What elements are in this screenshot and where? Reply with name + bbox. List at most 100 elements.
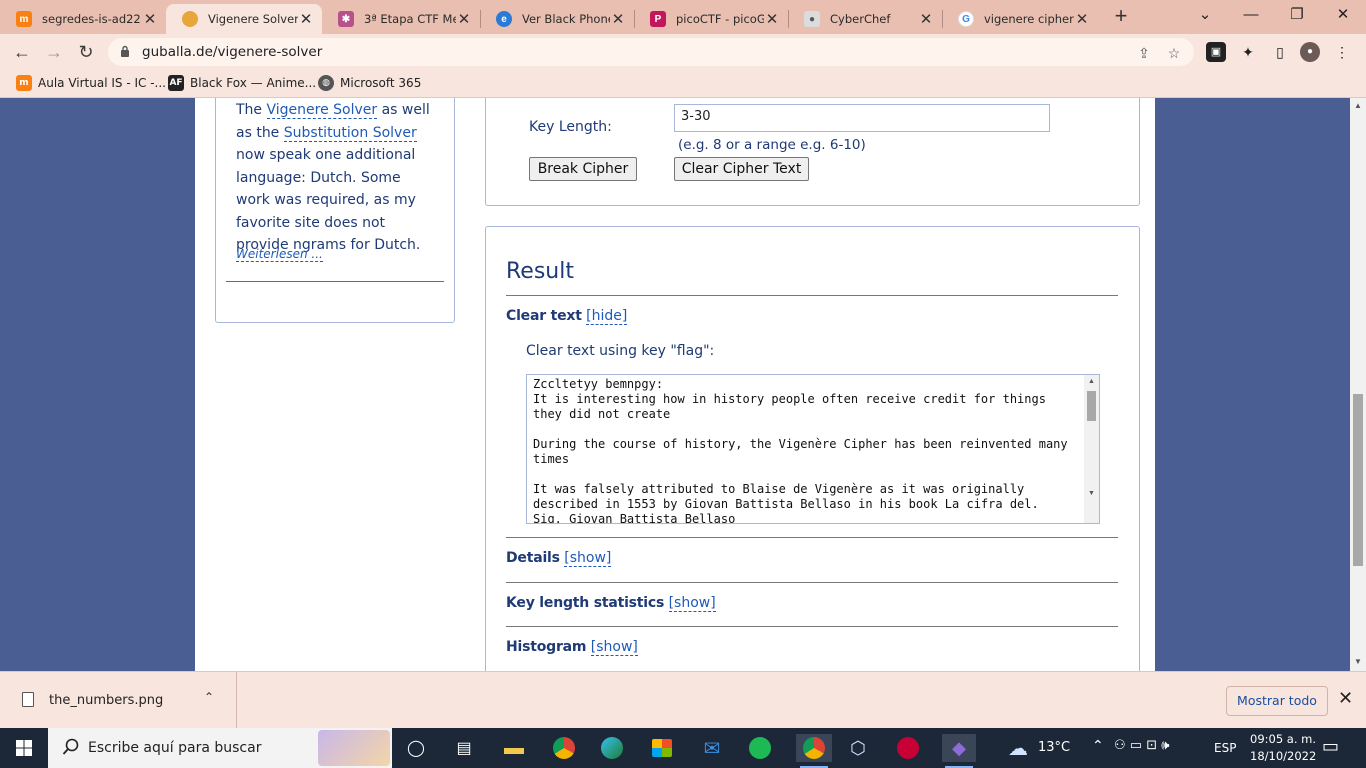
bookmark-label: Aula Virtual IS - IC -... [38, 76, 166, 90]
edge-icon[interactable] [598, 734, 626, 762]
vigenere-solver-link[interactable]: Vigenere Solver [266, 102, 378, 119]
bookmark-microsoft-365[interactable]: ◍ Microsoft 365 [318, 75, 421, 91]
search-highlight-illustration [318, 730, 390, 766]
show-all-downloads-button[interactable]: Mostrar todo [1226, 686, 1328, 716]
page-scrollbar[interactable]: ▲ ▼ [1350, 98, 1366, 671]
spotify-icon[interactable] [746, 734, 774, 762]
show-details-link[interactable]: [show] [564, 550, 612, 567]
chrome-logo [553, 737, 575, 759]
bookmark-black-fox[interactable]: AF Black Fox — Anime... [168, 75, 316, 91]
clear-text-output[interactable]: Zccltetyy bemnpgy: It is interesting how… [526, 374, 1100, 524]
clear-text-content: Zccltetyy bemnpgy: It is interesting how… [533, 377, 1068, 524]
extension-app-icon[interactable]: ▣ [1206, 42, 1226, 62]
minimize-icon[interactable]: — [1228, 0, 1274, 32]
address-bar[interactable]: guballa.de/vigenere-solver ⇪ ☆ [108, 38, 1194, 66]
close-tab-icon[interactable]: ✕ [456, 10, 472, 28]
tab-6[interactable]: ● CyberChef ✕ [788, 4, 942, 34]
scroll-up-arrow-icon[interactable]: ▲ [1353, 101, 1363, 111]
cyberchef-favicon-icon: ● [804, 11, 820, 27]
scroll-up-arrow-icon[interactable]: ▲ [1087, 378, 1096, 385]
widgets-icon[interactable]: ▤ [450, 734, 478, 762]
cloudy-weather-icon: ☁ [1008, 737, 1028, 760]
bookmark-star-icon[interactable]: ☆ [1164, 43, 1184, 63]
read-more-link[interactable]: Weiterlesen ... [236, 247, 323, 262]
task-view-icon[interactable]: ◯ [402, 734, 430, 762]
back-arrow-icon[interactable]: ← [8, 38, 36, 66]
chrome-active-icon[interactable] [796, 734, 832, 762]
close-tab-icon[interactable]: ✕ [918, 10, 934, 28]
tab-4[interactable]: e Ver Black Phone ✕ [480, 4, 634, 34]
forward-arrow-icon[interactable]: → [40, 38, 68, 66]
close-tab-icon[interactable]: ✕ [610, 10, 626, 28]
close-tab-icon[interactable]: ✕ [1074, 10, 1090, 28]
tab-3[interactable]: ✱ 3ª Etapa CTF Met ✕ [322, 4, 480, 34]
windows-start-icon[interactable] [10, 734, 38, 762]
weather-temperature[interactable]: 13°C [1038, 740, 1070, 755]
obsidian-icon[interactable]: ◆ [942, 734, 976, 762]
extensions-puzzle-icon[interactable]: ✦ [1238, 42, 1258, 62]
tab-5[interactable]: P picoCTF - picoGy ✕ [634, 4, 788, 34]
key-length-input[interactable]: 3-30 [674, 104, 1050, 132]
close-tab-icon[interactable]: ✕ [764, 10, 780, 28]
notifications-icon[interactable]: ▭ [1322, 736, 1339, 757]
url-text: guballa.de/vigenere-solver [142, 44, 323, 60]
file-icon [22, 692, 34, 707]
close-tab-icon[interactable]: ✕ [298, 10, 314, 28]
news-text-part: The [236, 102, 267, 118]
hide-clear-text-link[interactable]: [hide] [586, 308, 628, 325]
mail-icon[interactable]: ✉ [698, 734, 726, 762]
page-viewport: The Vigenere Solver as well as the Subst… [0, 98, 1350, 671]
debian-logo [897, 737, 919, 759]
virtualbox-icon[interactable]: ⬡ [844, 734, 872, 762]
language-indicator[interactable]: ESP [1214, 741, 1236, 755]
downloads-bar: the_numbers.png ⌃ Mostrar todo ✕ [0, 671, 1366, 729]
bookmark-aula-virtual[interactable]: m Aula Virtual IS - IC -... [16, 75, 166, 91]
new-tab-plus-icon[interactable]: + [1108, 4, 1134, 30]
picoctf-favicon-icon: P [650, 11, 666, 27]
details-label: Details [506, 550, 560, 566]
bookmark-label: Microsoft 365 [340, 76, 422, 90]
tab-search-chevron-icon[interactable]: ⌄ [1182, 0, 1228, 32]
debian-app-icon[interactable] [894, 734, 922, 762]
scroll-down-arrow-icon[interactable]: ▼ [1353, 657, 1363, 667]
divider [506, 626, 1118, 627]
restore-icon[interactable]: ❐ [1274, 0, 1320, 32]
tab-1[interactable]: m segredes-is-ad22 ✕ [0, 4, 166, 34]
clock-date[interactable]: 18/10/2022 [1250, 749, 1316, 763]
chrome-icon[interactable] [550, 734, 578, 762]
file-explorer-icon[interactable]: ▬ [500, 734, 528, 762]
side-panel-icon[interactable]: ▯ [1270, 42, 1290, 62]
page-scroll-thumb[interactable] [1353, 394, 1363, 566]
news-sidebar: The Vigenere Solver as well as the Subst… [215, 98, 455, 323]
reload-icon[interactable]: ↻ [72, 38, 100, 66]
show-histogram-link[interactable]: [show] [590, 639, 638, 656]
scroll-thumb[interactable] [1087, 391, 1096, 421]
key-length-label: Key Length: [529, 119, 612, 135]
microsoft-store-icon[interactable] [648, 734, 676, 762]
windows-taskbar: Escribe aquí para buscar ◯ ▤ ▬ ✉ ⬡ ◆ ☁ 1… [0, 728, 1366, 768]
tray-icons[interactable]: ⚇ ▭ ⊡ 🕪 [1114, 738, 1169, 753]
bookmarks-bar: m Aula Virtual IS - IC -... AF Black Fox… [0, 70, 1366, 98]
show-key-stats-link[interactable]: [show] [668, 595, 716, 612]
clock-time[interactable]: 09:05 a. m. [1250, 732, 1316, 746]
close-tab-icon[interactable]: ✕ [142, 10, 158, 28]
menu-kebab-icon[interactable]: ⋮ [1332, 42, 1352, 62]
close-window-icon[interactable]: ✕ [1320, 0, 1366, 32]
search-placeholder: Escribe aquí para buscar [88, 740, 262, 756]
download-item[interactable]: the_numbers.png ⌃ [0, 672, 237, 729]
substitution-solver-link[interactable]: Substitution Solver [283, 124, 417, 142]
scroll-down-arrow-icon[interactable]: ▼ [1087, 490, 1096, 497]
tab-2[interactable]: Vigenere Solver - ✕ [166, 4, 322, 34]
spotify-logo [749, 737, 771, 759]
close-downloads-icon[interactable]: ✕ [1338, 688, 1353, 709]
chevron-up-icon[interactable]: ⌃ [204, 690, 214, 704]
taskbar-search-box[interactable]: Escribe aquí para buscar [48, 728, 392, 768]
break-cipher-button[interactable]: Break Cipher [529, 157, 637, 181]
divider [506, 537, 1118, 538]
show-hidden-icons-chevron-icon[interactable]: ⌃ [1092, 738, 1104, 754]
share-icon[interactable]: ⇪ [1134, 43, 1154, 63]
profile-avatar-icon[interactable]: ● [1300, 42, 1320, 62]
clear-cipher-text-button[interactable]: Clear Cipher Text [674, 157, 809, 181]
textarea-scrollbar[interactable]: ▲ ▼ [1084, 375, 1099, 523]
tab-7[interactable]: G vigenere cipher c ✕ [942, 4, 1098, 34]
